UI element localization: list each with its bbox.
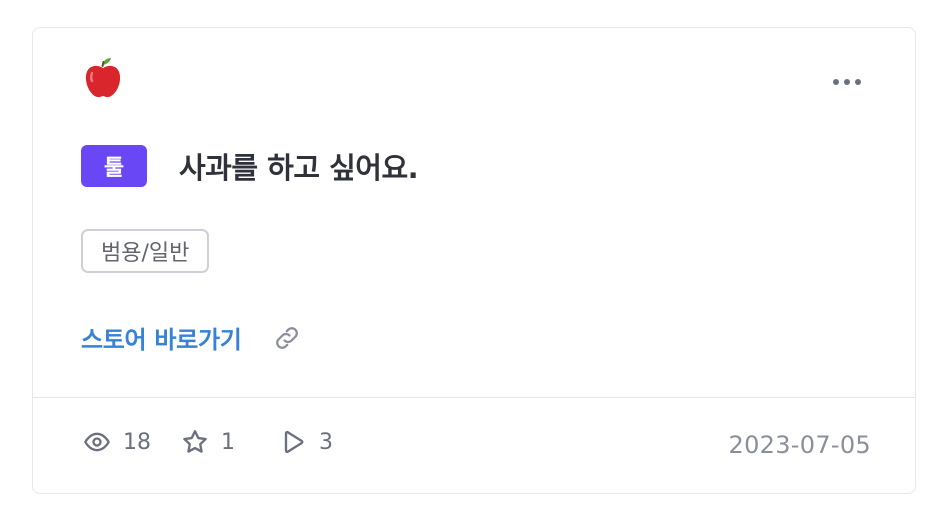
plays-count: 3 [319, 429, 333, 455]
title-row: 툴 사과를 하고 싶어요. [81, 145, 419, 187]
eye-icon [83, 428, 111, 456]
tag-chip[interactable]: 범용/일반 [81, 229, 210, 273]
more-options-button[interactable] [827, 72, 867, 92]
plays-stat: 3 [279, 428, 333, 456]
link-icon[interactable] [272, 323, 302, 353]
store-link[interactable]: 스토어 바로가기 [81, 320, 302, 355]
dot-icon [833, 79, 839, 85]
dot-icon [855, 79, 861, 85]
prompt-card[interactable]: 툴 사과를 하고 싶어요. 범용/일반 스토어 바로가기 18 1 3 2023… [32, 27, 916, 494]
category-badge: 툴 [81, 145, 147, 187]
store-link-label[interactable]: 스토어 바로가기 [81, 320, 242, 355]
stats-bar: 18 1 3 [83, 428, 333, 456]
views-stat: 18 [83, 428, 151, 456]
date-label: 2023-07-05 [728, 431, 871, 459]
card-title[interactable]: 사과를 하고 싶어요. [179, 145, 419, 187]
star-icon[interactable] [181, 428, 209, 456]
dot-icon [844, 79, 850, 85]
apple-icon [83, 56, 123, 100]
play-icon [279, 428, 307, 456]
views-count: 18 [123, 429, 151, 455]
divider [33, 397, 915, 398]
stars-count: 1 [221, 429, 235, 455]
stars-stat[interactable]: 1 [181, 428, 235, 456]
